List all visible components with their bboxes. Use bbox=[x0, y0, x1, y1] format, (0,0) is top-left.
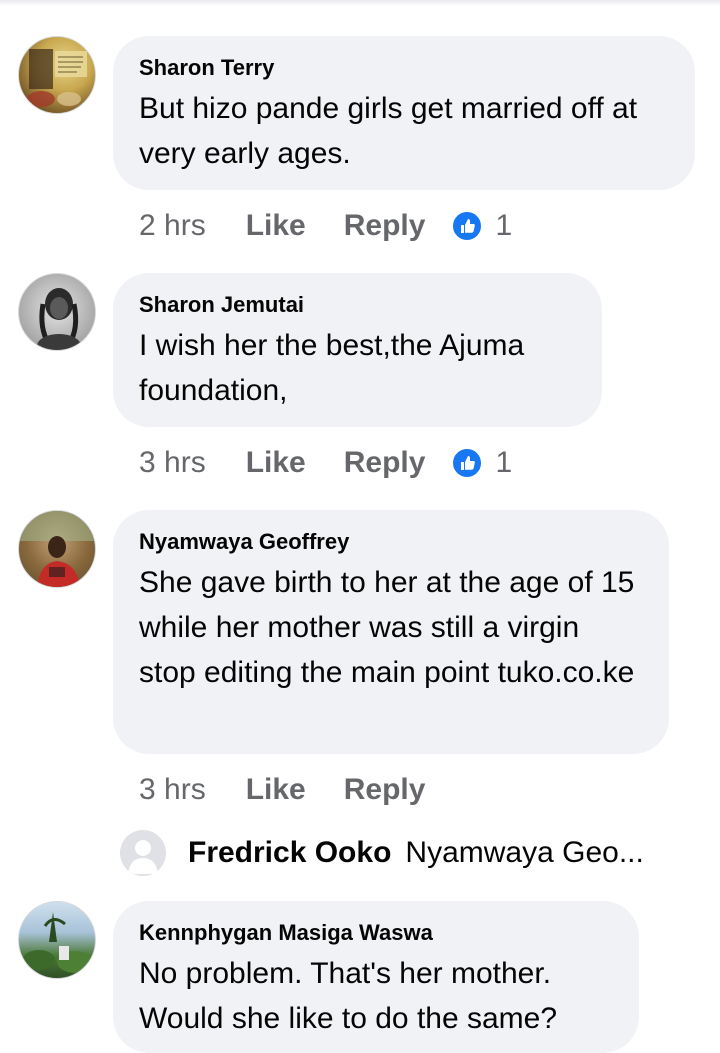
reaction-count[interactable]: 1 bbox=[495, 446, 512, 480]
comment-bubble: Sharon Terry But hizo pande girls get ma… bbox=[113, 36, 695, 190]
comment-time[interactable]: 3 hrs bbox=[139, 773, 206, 807]
avatar[interactable] bbox=[18, 510, 96, 588]
reply-author[interactable]: Fredrick Ooko bbox=[188, 836, 391, 870]
reply-button[interactable]: Reply bbox=[344, 209, 426, 243]
avatar-image bbox=[19, 511, 95, 587]
comment-time[interactable]: 2 hrs bbox=[139, 209, 206, 243]
like-thumb-icon[interactable] bbox=[451, 210, 484, 242]
reply-ellipsis: ... bbox=[618, 836, 644, 869]
like-button[interactable]: Like bbox=[246, 773, 306, 807]
like-button[interactable]: Like bbox=[246, 209, 306, 243]
reply-snippet[interactable]: Nyamwaya Geo bbox=[405, 836, 618, 870]
reply-preview[interactable]: Fredrick Ooko Nyamwaya Geo... bbox=[120, 828, 644, 878]
like-thumb-icon[interactable] bbox=[451, 447, 484, 479]
comment-bubble: Sharon Jemutai I wish her the best,the A… bbox=[113, 273, 602, 427]
comment-text: She gave birth to her at the age of 15 w… bbox=[139, 566, 635, 689]
reaction-count[interactable]: 1 bbox=[495, 209, 512, 243]
avatar-image bbox=[27, 49, 87, 107]
avatar[interactable] bbox=[18, 273, 96, 351]
comment-bubble: Kennphygan Masiga Waswa No problem. That… bbox=[113, 901, 639, 1053]
comment-text: But hizo pande girls get married off at … bbox=[139, 92, 638, 170]
comment-actions: 3 hrs Like Reply bbox=[139, 770, 463, 810]
default-avatar-icon bbox=[120, 830, 166, 876]
avatar[interactable] bbox=[18, 36, 96, 114]
top-divider bbox=[0, 0, 720, 6]
comment-author[interactable]: Nyamwaya Geoffrey bbox=[139, 528, 643, 556]
comment-time[interactable]: 3 hrs bbox=[139, 446, 206, 480]
comment-author[interactable]: Sharon Jemutai bbox=[139, 291, 576, 319]
comment-text: I wish her the best,the Ajuma foundation… bbox=[139, 329, 525, 407]
reply-button[interactable]: Reply bbox=[344, 446, 426, 480]
comment-bubble: Nyamwaya Geoffrey She gave birth to her … bbox=[113, 510, 669, 754]
avatar-image bbox=[23, 912, 93, 973]
like-button[interactable]: Like bbox=[246, 446, 306, 480]
avatar-image bbox=[37, 288, 81, 350]
comment-actions: 3 hrs Like Reply 1 bbox=[139, 443, 512, 483]
comment-author[interactable]: Kennphygan Masiga Waswa bbox=[139, 919, 613, 947]
comment-author[interactable]: Sharon Terry bbox=[139, 54, 669, 82]
avatar[interactable] bbox=[18, 901, 96, 979]
comment-actions: 2 hrs Like Reply 1 bbox=[139, 206, 512, 246]
reply-button[interactable]: Reply bbox=[344, 773, 426, 807]
comment-text: No problem. That's her mother. Would she… bbox=[139, 957, 558, 1035]
